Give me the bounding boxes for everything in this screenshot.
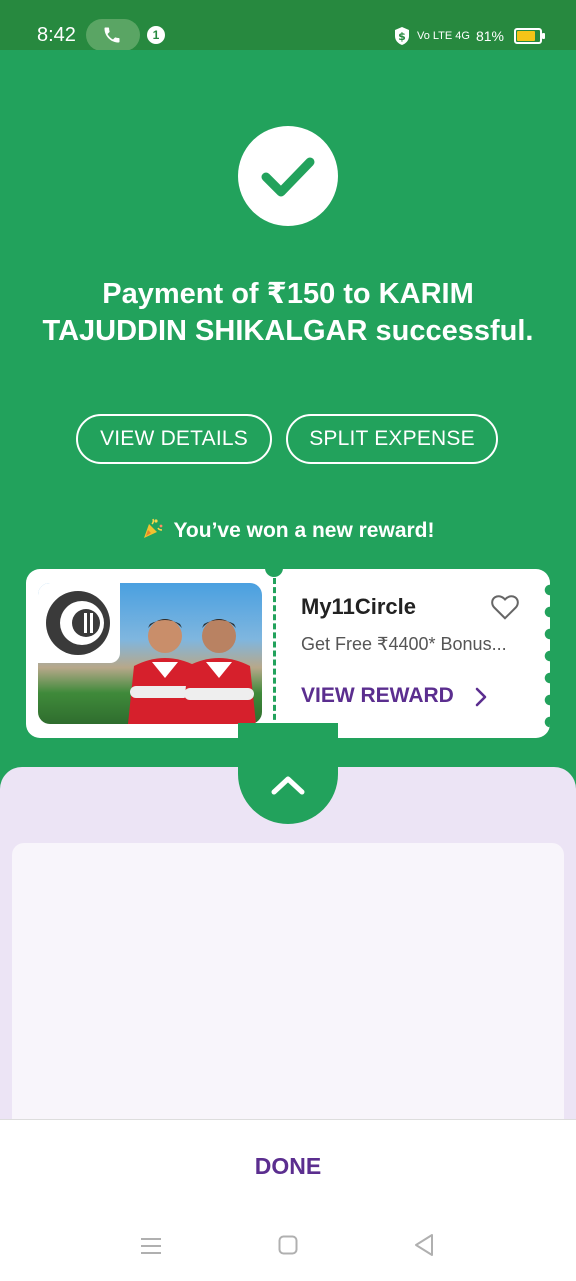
party-popper-icon [144, 518, 163, 538]
reward-brand-name: My11Circle [301, 594, 416, 619]
shield-dollar-icon: $ [394, 27, 409, 45]
status-bar: 8:42 1 $ Vo LTE 4G 81% [0, 0, 576, 51]
brand-logo [38, 583, 120, 663]
ongoing-call-pill[interactable] [86, 19, 140, 51]
status-time: 8:42 [37, 24, 76, 46]
reward-banner: You’ve won a new reward! [0, 516, 576, 543]
battery-icon [514, 28, 545, 44]
home-icon[interactable] [278, 1234, 298, 1256]
checkmark-icon [261, 157, 315, 197]
expand-sheet-handle[interactable] [238, 723, 338, 824]
back-icon[interactable] [413, 1233, 435, 1257]
view-reward-link[interactable]: VIEW REWARD [301, 684, 454, 708]
phone-icon [104, 27, 120, 43]
notification-count: 1 [147, 26, 165, 44]
status-indicators: $ Vo LTE 4G 81% [393, 22, 545, 50]
chevron-right-icon[interactable] [473, 686, 489, 708]
heart-icon[interactable] [490, 593, 520, 621]
network-indicator: Vo LTE 4G [416, 30, 470, 42]
success-badge [238, 126, 338, 226]
svg-text:$: $ [398, 30, 406, 43]
reward-description: Get Free ₹4400* Bonus... [301, 634, 507, 654]
battery-percent: 81% [475, 28, 504, 44]
loading-card [12, 843, 564, 1133]
chevron-up-icon [271, 776, 305, 795]
view-details-button[interactable]: VIEW DETAILS [76, 414, 272, 464]
reward-banner-text: You’ve won a new reward! [173, 519, 435, 542]
done-button[interactable]: DONE [188, 1146, 388, 1186]
menu-icon[interactable] [140, 1236, 162, 1256]
split-expense-button[interactable]: SPLIT EXPENSE [286, 414, 498, 464]
payment-status-message: Payment of ₹150 to KARIM TAJUDDIN SHIKAL… [42, 278, 534, 347]
promo-figure [182, 619, 256, 724]
ticket-divider [273, 569, 276, 738]
bottom-panel: DONE [0, 1119, 576, 1281]
reward-card[interactable]: My11Circle Get Free ₹4400* Bonus... VIEW… [26, 569, 550, 738]
ticket-edge [544, 581, 550, 731]
reward-promo-image [38, 583, 262, 724]
ticket-notch [265, 569, 283, 577]
